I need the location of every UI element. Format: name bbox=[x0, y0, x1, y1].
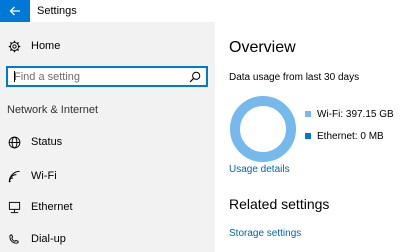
main-content: Overview Data usage from last 30 days Wi… bbox=[215, 22, 400, 252]
page-title: Overview bbox=[229, 39, 296, 56]
gear-icon bbox=[7, 39, 21, 53]
back-button[interactable] bbox=[0, 0, 30, 22]
back-arrow-icon bbox=[9, 6, 20, 16]
sidebar-item-label: Wi-Fi bbox=[31, 170, 57, 182]
usage-donut-chart bbox=[230, 96, 296, 162]
text-caret bbox=[14, 71, 15, 82]
sidebar-item-status[interactable]: Status bbox=[0, 129, 215, 155]
dialup-icon bbox=[7, 232, 21, 246]
usage-subtitle: Data usage from last 30 days bbox=[229, 72, 360, 83]
search-box[interactable] bbox=[6, 66, 208, 87]
wifi-icon bbox=[7, 169, 21, 183]
related-settings-heading: Related settings bbox=[229, 196, 330, 212]
sidebar-item-home[interactable]: Home bbox=[0, 33, 215, 59]
sidebar-item-label: Dial-up bbox=[31, 233, 66, 245]
ethernet-swatch bbox=[305, 133, 311, 139]
storage-settings-link[interactable]: Storage settings bbox=[229, 228, 301, 239]
section-heading: Network & Internet bbox=[7, 104, 99, 116]
window-title: Settings bbox=[37, 5, 77, 17]
legend-item-ethernet: Ethernet: 0 MB bbox=[305, 130, 394, 142]
sidebar: Home Network & Internet Status bbox=[0, 22, 215, 252]
globe-icon bbox=[7, 135, 21, 149]
sidebar-item-wifi[interactable]: Wi-Fi bbox=[0, 163, 215, 189]
sidebar-item-ethernet[interactable]: Ethernet bbox=[0, 194, 215, 220]
wifi-swatch bbox=[305, 111, 311, 117]
sidebar-item-label: Status bbox=[31, 136, 63, 148]
usage-legend: Wi-Fi: 397.15 GB Ethernet: 0 MB bbox=[305, 108, 394, 152]
wifi-usage-value: Wi-Fi: 397.15 GB bbox=[317, 108, 394, 120]
donut-segment-wifi bbox=[230, 96, 296, 162]
sidebar-item-dialup[interactable]: Dial-up bbox=[0, 226, 215, 252]
usage-details-link[interactable]: Usage details bbox=[229, 164, 290, 175]
ethernet-usage-value: Ethernet: 0 MB bbox=[317, 130, 384, 142]
ethernet-icon bbox=[7, 200, 21, 214]
sidebar-item-label: Home bbox=[31, 40, 61, 52]
legend-item-wifi: Wi-Fi: 397.15 GB bbox=[305, 108, 394, 120]
search-icon[interactable] bbox=[189, 71, 201, 83]
title-bar: Settings bbox=[0, 0, 400, 22]
sidebar-item-label: Ethernet bbox=[31, 201, 73, 213]
search-input[interactable] bbox=[14, 68, 184, 85]
